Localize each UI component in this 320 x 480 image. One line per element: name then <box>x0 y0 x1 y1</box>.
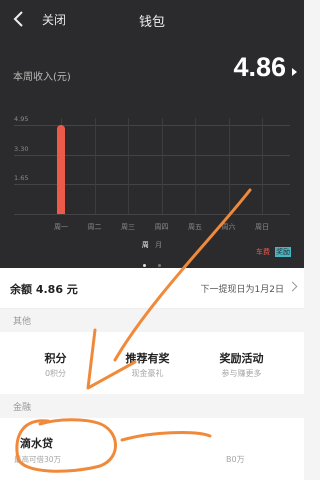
referral-subtitle: 现金豪礼 <box>131 369 164 378</box>
rewards-subtitle: 参与赚更多 <box>221 369 262 378</box>
referral-item[interactable]: 推荐有奖 现金豪礼 <box>97 332 198 394</box>
section-header-finance: 金融 <box>0 395 304 417</box>
page-dot-active <box>143 264 147 267</box>
y-tick-label: 4.95 <box>14 115 29 123</box>
x-tick-label: 周五 <box>188 223 202 231</box>
section-title-finance: 金融 <box>13 403 32 413</box>
x-tick-label: 周三 <box>121 223 135 231</box>
legend-reward: 奖励 <box>275 247 291 257</box>
other-items-row: 积分 0积分 推荐有奖 现金豪礼 奖励活动 参与赚更多 <box>0 332 304 394</box>
next-withdraw-date: 下一提现日为1月2日 <box>200 285 284 295</box>
loan-title: 滴水贷 <box>20 437 53 450</box>
vertical-gridline <box>128 118 129 214</box>
x-tick-label: 周六 <box>221 223 236 231</box>
nav-bar: 关闭 钱包 <box>0 0 304 38</box>
page-dot <box>157 264 161 267</box>
earnings-arrow-icon[interactable] <box>292 68 297 76</box>
vertical-gridline <box>228 118 230 214</box>
chevron-right-icon <box>287 281 298 292</box>
x-tick-label: 周日 <box>255 223 269 231</box>
wallet-header-panel: 关闭 钱包 本周收入(元) 4.86 4.95 3.30 1.65 周一 周二 周三 周四周… <box>0 0 304 268</box>
points-title: 积分 <box>44 352 67 365</box>
x-tick-label: 周一 <box>54 223 68 231</box>
x-tick-label: 周四 <box>154 223 169 231</box>
loan-limit: B0万 <box>226 455 245 464</box>
vertical-gridline <box>262 118 263 214</box>
gridline <box>14 125 290 126</box>
referral-title: 推荐有奖 <box>125 352 170 365</box>
x-axis-line <box>14 214 290 215</box>
rewards-item[interactable]: 奖励活动 参与赚更多 <box>191 332 292 394</box>
section-title-other: 其他 <box>13 317 32 327</box>
gridline <box>14 184 290 186</box>
gridline <box>14 154 290 156</box>
legend-fare: 车费 <box>256 248 270 256</box>
loan-item[interactable]: 滴水贷 最高可借30万 B0万 <box>0 418 304 480</box>
x-tick-label: 周二 <box>87 223 102 231</box>
section-header-other: 其他 <box>0 309 304 331</box>
balance-row[interactable]: 余额 4.86 元 下一提现日为1月2日 <box>0 268 304 309</box>
points-item[interactable]: 积分 0积分 <box>5 332 106 394</box>
period-month[interactable]: 月 <box>155 241 162 249</box>
weekly-earnings-value[interactable]: 4.86 <box>233 52 286 83</box>
weekly-income-chart: 4.95 3.30 1.65 周一 周二 周三 周四 周五 周六 周日 <box>0 100 304 240</box>
vertical-gridline <box>161 118 163 214</box>
vertical-gridline <box>195 118 196 214</box>
vertical-gridline <box>94 118 96 214</box>
y-tick-label: 3.30 <box>14 144 29 153</box>
period-week[interactable]: 周 <box>142 241 149 249</box>
page-title: 钱包 <box>138 15 165 30</box>
loan-subtitle: 最高可借30万 <box>14 455 62 464</box>
points-subtitle: 0积分 <box>44 369 67 378</box>
y-tick-label: 1.65 <box>14 174 29 183</box>
weekly-earnings-label: 本周收入(元) <box>13 72 71 83</box>
bar-周一[interactable] <box>57 125 65 214</box>
balance-label: 余额 4.86 元 <box>10 283 78 296</box>
rewards-title: 奖励活动 <box>219 352 264 365</box>
